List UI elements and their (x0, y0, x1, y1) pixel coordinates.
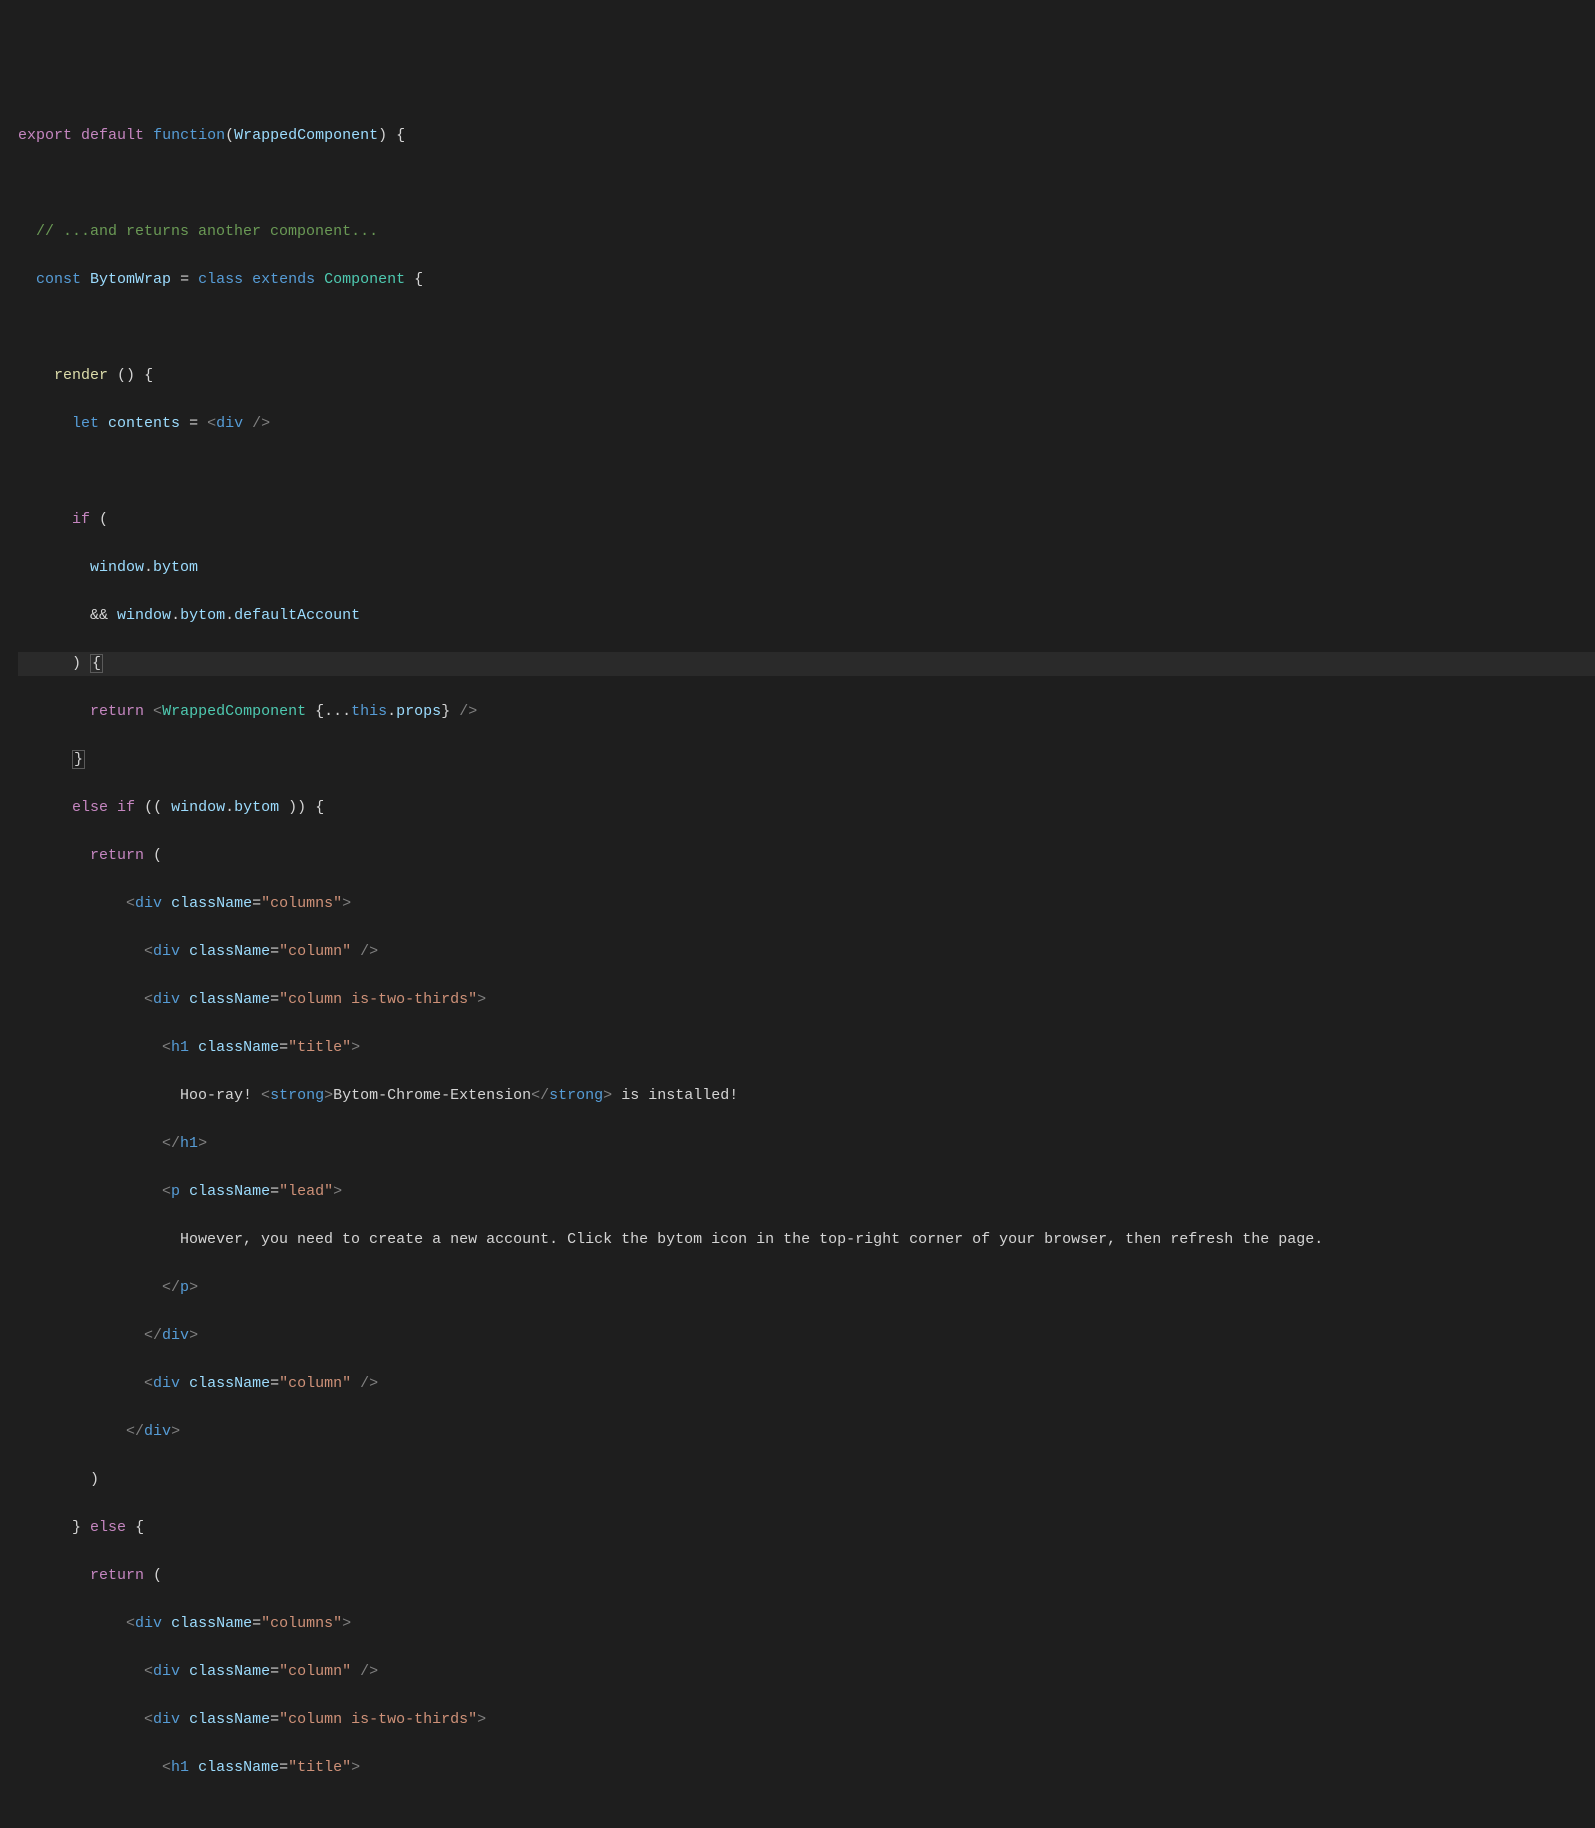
code-line[interactable]: Hoo-ray! <strong>Bytom-Chrome-Extension<… (18, 1084, 1595, 1108)
code-line[interactable]: <div className="columns"> (18, 1612, 1595, 1636)
gutter (0, 100, 18, 1044)
code-line[interactable]: render () { (18, 364, 1595, 388)
code-line[interactable] (18, 172, 1595, 196)
code-line[interactable]: <p className="lead"> (18, 1180, 1595, 1204)
code-line[interactable]: </p> (18, 1276, 1595, 1300)
code-line[interactable]: return ( (18, 1564, 1595, 1588)
code-line[interactable]: </div> (18, 1324, 1595, 1348)
code-line[interactable]: <div className="column is-two-thirds"> (18, 988, 1595, 1012)
code-line[interactable]: else if (( window.bytom )) { (18, 796, 1595, 820)
code-line[interactable]: However, you need to create a new accoun… (18, 1228, 1595, 1252)
code-line[interactable]: <div className="column" /> (18, 940, 1595, 964)
code-line[interactable]: const BytomWrap = class extends Componen… (18, 268, 1595, 292)
code-line[interactable]: </h1> (18, 1132, 1595, 1156)
code-line[interactable]: return <WrappedComponent {...this.props}… (18, 700, 1595, 724)
code-area[interactable]: export default function(WrappedComponent… (18, 100, 1595, 1044)
code-line[interactable]: if ( (18, 508, 1595, 532)
code-line[interactable]: <h1 className="title"> (18, 1756, 1595, 1780)
code-line[interactable]: } else { (18, 1516, 1595, 1540)
code-line[interactable]: <div className="column" /> (18, 1660, 1595, 1684)
code-line[interactable]: <div className="column is-two-thirds"> (18, 1708, 1595, 1732)
code-editor[interactable]: export default function(WrappedComponent… (0, 96, 1595, 1044)
code-line[interactable]: </div> (18, 1420, 1595, 1444)
code-line[interactable]: let contents = <div /> (18, 412, 1595, 436)
code-line[interactable]: <h1 className="title"> (18, 1036, 1595, 1060)
code-line[interactable]: return ( (18, 844, 1595, 868)
code-line[interactable] (18, 316, 1595, 340)
code-line[interactable]: <div className="columns"> (18, 892, 1595, 916)
code-line[interactable]: ) (18, 1468, 1595, 1492)
code-line[interactable]: && window.bytom.defaultAccount (18, 604, 1595, 628)
code-line[interactable]: window.bytom (18, 556, 1595, 580)
code-line-current[interactable]: ) { (18, 652, 1595, 676)
code-line[interactable] (18, 460, 1595, 484)
code-line[interactable]: export default function(WrappedComponent… (18, 124, 1595, 148)
code-line[interactable]: <div className="column" /> (18, 1372, 1595, 1396)
code-line[interactable]: } (18, 748, 1595, 772)
code-line[interactable]: // ...and returns another component... (18, 220, 1595, 244)
